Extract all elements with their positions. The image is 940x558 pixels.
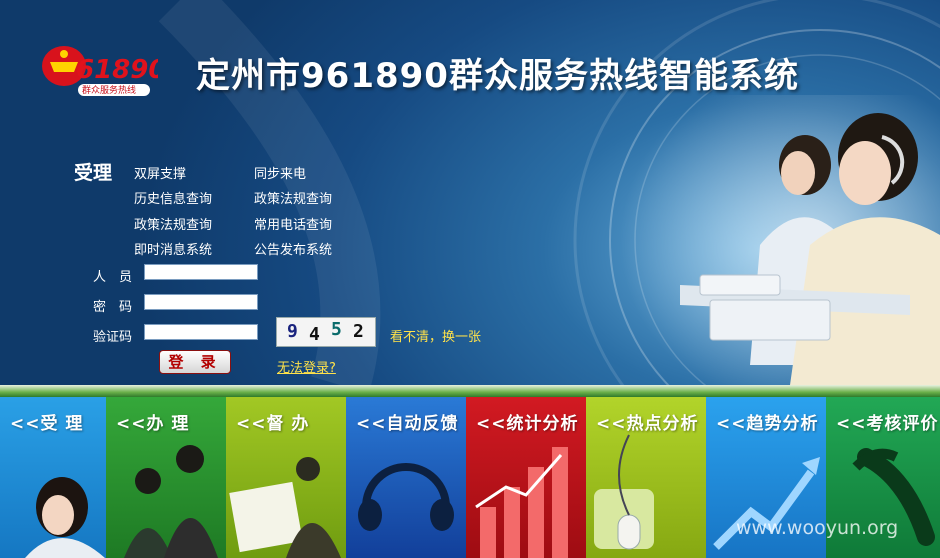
banner-separator bbox=[0, 385, 940, 397]
module-statistics-label: <<统计分析 bbox=[476, 414, 579, 434]
module-handle-label: <<办 理 bbox=[116, 414, 190, 434]
password-label: 密 码 bbox=[93, 300, 133, 315]
feature-dual-screen: 双屏支撑 bbox=[134, 167, 187, 182]
section-label-accept: 受理 bbox=[74, 162, 113, 184]
password-input[interactable] bbox=[144, 294, 258, 310]
captcha-digit: 5 bbox=[331, 319, 342, 340]
module-trend-label: <<趋势分析 bbox=[716, 414, 819, 434]
module-hotspot[interactable]: <<热点分析 bbox=[586, 397, 706, 558]
module-hotspot-label: <<热点分析 bbox=[596, 414, 699, 434]
module-accept-label: <<受 理 bbox=[10, 414, 84, 434]
captcha-image[interactable]: 9 4 5 2 bbox=[276, 317, 376, 347]
hotline-logo: 61890 61890 群众服务热线 bbox=[40, 38, 166, 102]
logo-caption: 群众服务热线 bbox=[82, 86, 137, 96]
module-accept[interactable]: <<受 理 bbox=[0, 397, 106, 558]
svg-text:61890: 61890 bbox=[76, 55, 158, 85]
login-button[interactable]: 登 录 bbox=[159, 350, 231, 374]
login-banner: 61890 61890 群众服务热线 定州市961890群众服务热线智能系统 受… bbox=[0, 0, 940, 385]
page-title: 定州市961890群众服务热线智能系统 bbox=[196, 56, 799, 96]
captcha-digit: 2 bbox=[353, 321, 364, 342]
feature-history-query: 历史信息查询 bbox=[134, 192, 213, 207]
captcha-digit: 9 bbox=[287, 321, 298, 342]
feature-instant-message: 即时消息系统 bbox=[134, 243, 213, 258]
captcha-input[interactable] bbox=[144, 324, 258, 340]
feature-phone-query: 常用电话查询 bbox=[254, 218, 333, 233]
call-center-agents-illustration bbox=[620, 95, 940, 385]
user-input[interactable] bbox=[144, 264, 258, 280]
module-statistics[interactable]: <<统计分析 bbox=[466, 397, 586, 558]
feature-policy-query-2: 政策法规查询 bbox=[134, 218, 213, 233]
module-auto-feedback-label: <<自动反馈 bbox=[356, 414, 459, 434]
module-handle[interactable]: <<办 理 bbox=[106, 397, 226, 558]
feature-sync-call: 同步来电 bbox=[254, 167, 307, 182]
user-label: 人 员 bbox=[93, 270, 133, 285]
refresh-captcha-link[interactable]: 看不清，换一张 bbox=[390, 326, 481, 345]
feature-announcement: 公告发布系统 bbox=[254, 243, 333, 258]
module-evaluation-label: <<考核评价 bbox=[836, 414, 939, 434]
captcha-label: 验证码 bbox=[93, 330, 133, 345]
feature-policy-query: 政策法规查询 bbox=[254, 192, 333, 207]
captcha-digit: 4 bbox=[309, 324, 320, 345]
cannot-login-link[interactable]: 无法登录? bbox=[277, 357, 336, 376]
watermark: www.wooyun.org bbox=[736, 517, 899, 539]
module-supervise[interactable]: <<督 办 bbox=[226, 397, 346, 558]
module-supervise-label: <<督 办 bbox=[236, 414, 310, 434]
module-auto-feedback[interactable]: <<自动反馈 bbox=[346, 397, 466, 558]
